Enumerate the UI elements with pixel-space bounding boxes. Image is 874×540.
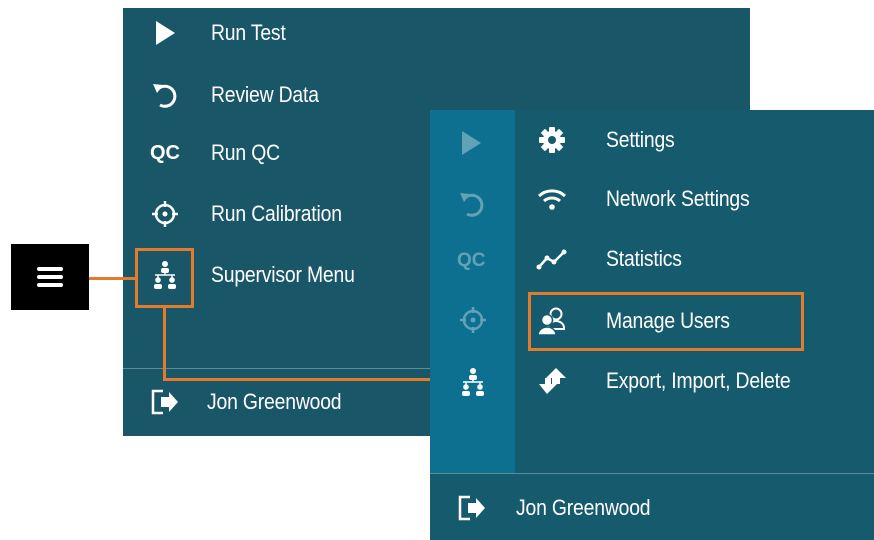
hamburger-menu-button[interactable] (11, 244, 89, 310)
gear-icon (532, 126, 572, 154)
menu-item-label: Run Test (211, 20, 286, 45)
callout-line (89, 277, 135, 280)
menu-item-label: Export, Import, Delete (606, 368, 791, 393)
play-icon[interactable] (460, 130, 482, 161)
user-name: Jon Greenwood (516, 495, 651, 520)
user-account-button[interactable]: Jon Greenwood (145, 388, 360, 416)
crosshair-icon[interactable] (459, 306, 487, 339)
undo-arrow-icon (145, 80, 185, 110)
menu-item-label: Supervisor Menu (211, 262, 355, 287)
play-icon (145, 20, 185, 46)
menu-item-label: Settings (606, 127, 675, 152)
user-name: Jon Greenwood (207, 389, 342, 414)
menu-item-run-calibration[interactable]: Run Calibration (145, 200, 360, 228)
supervisor-icon-highlight (135, 248, 194, 308)
wifi-icon (532, 187, 572, 211)
menu-item-run-test[interactable]: Run Test (145, 20, 296, 46)
menu-item-label: Statistics (606, 246, 682, 271)
divider (430, 473, 874, 474)
user-account-button[interactable]: Jon Greenwood (452, 494, 669, 522)
chart-line-icon (532, 247, 572, 271)
qc-icon: QC (150, 141, 180, 164)
menu-item-label: Review Data (211, 82, 319, 107)
callout-line (163, 378, 430, 381)
undo-arrow-icon[interactable] (457, 189, 487, 224)
menu-item-network-settings[interactable]: Network Settings (532, 186, 769, 212)
icon-rail: QC (430, 110, 515, 473)
menu-item-review-data[interactable]: Review Data (145, 80, 334, 110)
qc-icon[interactable]: QC (457, 250, 486, 272)
logout-icon (145, 388, 185, 416)
crosshair-icon (145, 200, 185, 228)
callout-line (163, 308, 166, 380)
menu-item-run-qc[interactable]: QC Run QC (145, 140, 289, 166)
logout-icon (452, 494, 492, 522)
manage-users-highlight (528, 292, 804, 351)
org-chart-icon[interactable] (459, 367, 487, 402)
transfer-arrows-icon (532, 366, 572, 396)
hamburger-icon (37, 267, 63, 287)
menu-item-label: Run Calibration (211, 201, 342, 226)
menu-item-settings[interactable]: Settings (532, 126, 684, 154)
menu-item-export-import-delete[interactable]: Export, Import, Delete (532, 366, 816, 396)
menu-item-label: Network Settings (606, 186, 750, 211)
menu-item-label: Run QC (211, 140, 280, 165)
menu-item-statistics[interactable]: Statistics (532, 246, 692, 272)
